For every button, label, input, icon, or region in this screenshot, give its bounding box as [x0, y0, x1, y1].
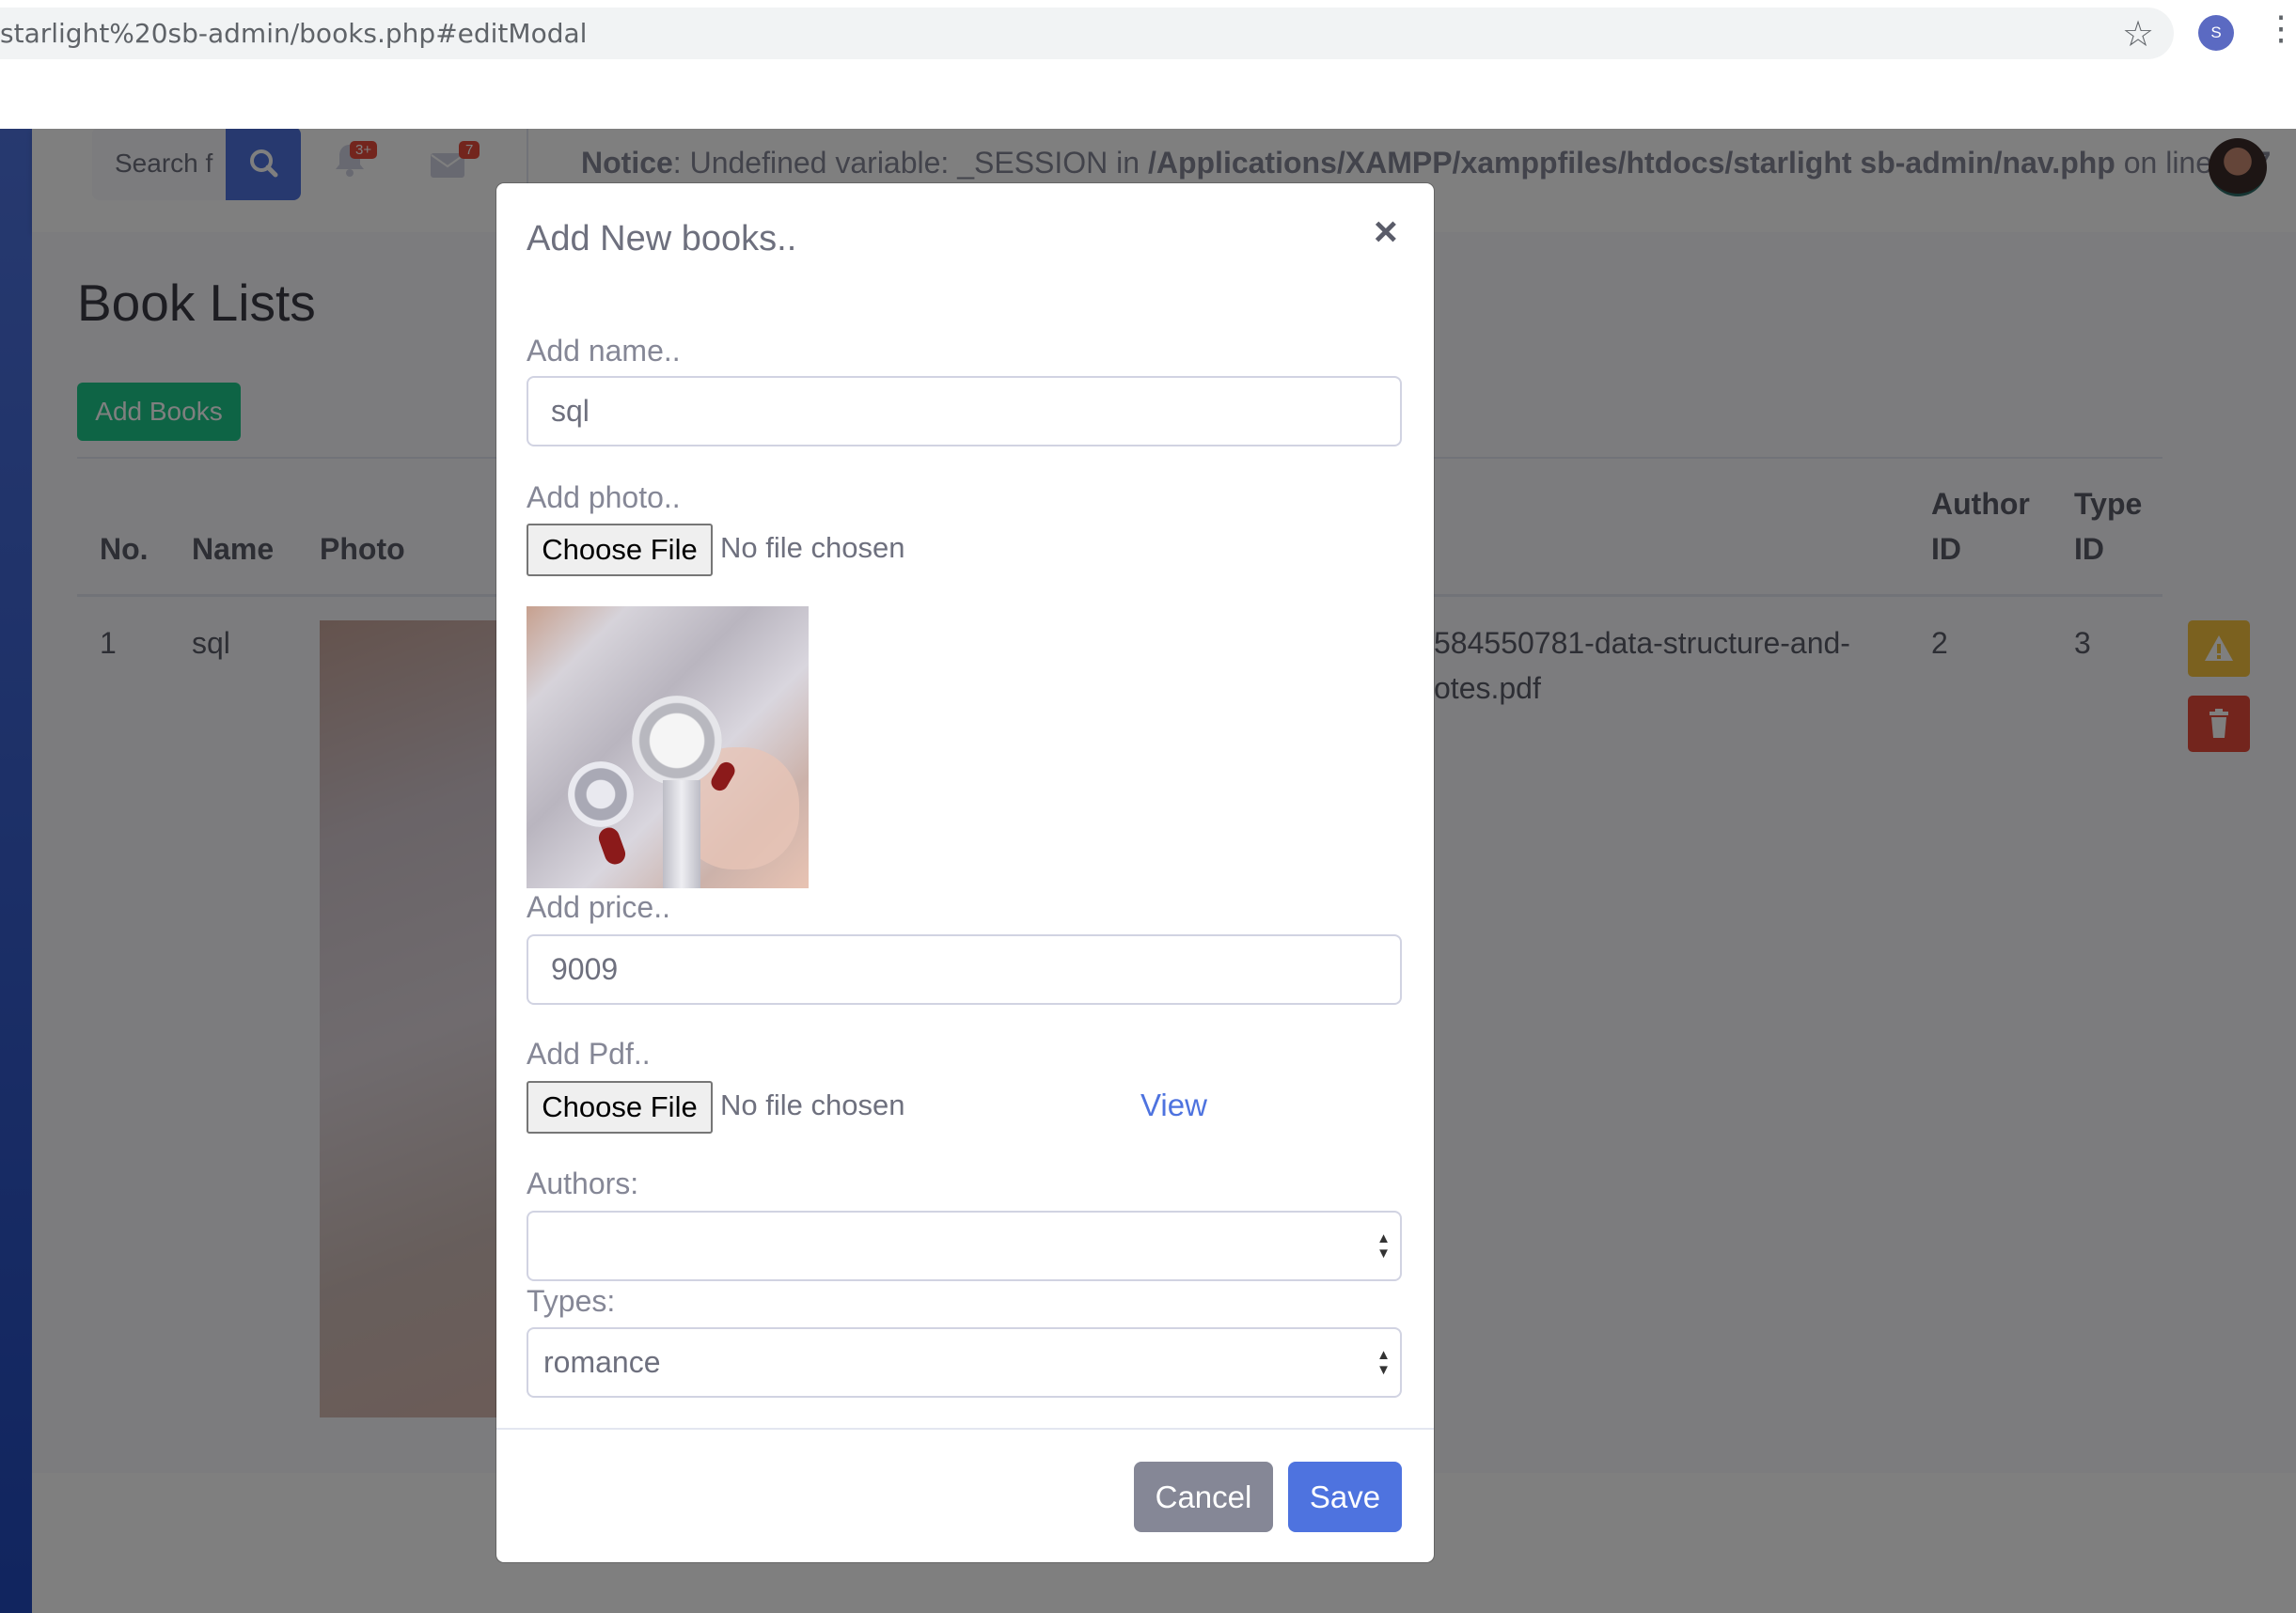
select-arrows-icon: ▲ ▼ — [1376, 1230, 1391, 1261]
photo-choose-file-button[interactable]: Choose File — [527, 524, 713, 576]
modal-footer-divider — [496, 1428, 1434, 1430]
types-selected-value: romance — [543, 1345, 661, 1379]
select-arrows-icon: ▲ ▼ — [1376, 1347, 1391, 1378]
pdf-choose-file-button[interactable]: Choose File — [527, 1081, 713, 1134]
close-icon[interactable]: × — [1374, 211, 1398, 253]
view-pdf-link[interactable]: View — [1140, 1088, 1207, 1123]
types-select[interactable]: romance ▲ ▼ — [527, 1327, 1402, 1398]
pdf-no-file-text: No file chosen — [720, 1088, 905, 1121]
price-input[interactable]: 9009 — [527, 934, 1402, 1005]
profile-avatar[interactable]: S — [2198, 15, 2234, 51]
modal-title: Add New books.. — [527, 219, 797, 258]
add-book-modal: Add New books.. × Add name.. sql Add pho… — [496, 183, 1434, 1562]
address-bar-url[interactable]: starlight%20sb-admin/books.php#editModal — [0, 8, 587, 59]
cancel-button[interactable]: Cancel — [1134, 1462, 1273, 1532]
photo-label: Add photo.. — [527, 480, 681, 514]
price-label: Add price.. — [527, 890, 670, 924]
authors-select[interactable]: ▲ ▼ — [527, 1211, 1402, 1281]
page: starlight%20sb-admin/books.php#editModal… — [0, 0, 2296, 1613]
star-icon[interactable]: ☆ — [2122, 13, 2154, 55]
save-button[interactable]: Save — [1288, 1462, 1402, 1532]
name-label: Add name.. — [527, 334, 681, 368]
browser-chrome: starlight%20sb-admin/books.php#editModal… — [0, 0, 2296, 129]
photo-preview — [527, 606, 809, 888]
kebab-menu-icon[interactable]: ⋮ — [2264, 11, 2296, 45]
authors-label: Authors: — [527, 1167, 639, 1200]
name-input[interactable]: sql — [527, 376, 1402, 446]
types-label: Types: — [527, 1284, 616, 1318]
pdf-label: Add Pdf.. — [527, 1037, 651, 1071]
photo-no-file-text: No file chosen — [720, 531, 905, 564]
